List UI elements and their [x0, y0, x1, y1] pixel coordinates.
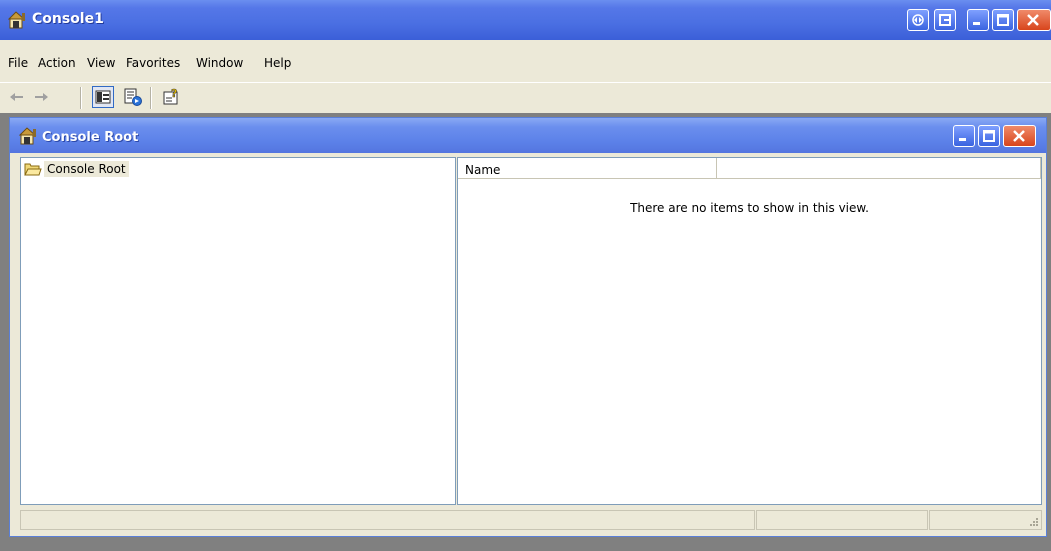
tree-item-label: Console Root: [44, 161, 129, 177]
console-root-icon: [19, 127, 37, 145]
size-grip-icon[interactable]: [1027, 515, 1039, 527]
status-pane-main: [20, 510, 755, 530]
toolbar: ?: [0, 82, 1051, 113]
child-window-title: Console Root: [42, 130, 139, 145]
column-header-blank[interactable]: [717, 158, 1041, 179]
status-pane-3: [929, 510, 1042, 530]
new-window-icon[interactable]: [934, 9, 956, 31]
console-root-window: Console Root Console Root Name There are…: [9, 117, 1047, 537]
close-button[interactable]: [1017, 9, 1051, 31]
svg-text:?: ?: [171, 87, 177, 100]
menu-help[interactable]: Help: [264, 56, 291, 70]
column-header-name[interactable]: Name: [458, 158, 717, 179]
show-hide-console-tree-icon[interactable]: [92, 86, 114, 108]
toolbar-separator: [80, 87, 82, 109]
status-bar: [20, 508, 1042, 532]
menu-file[interactable]: File: [8, 56, 28, 70]
child-minimize-button[interactable]: [953, 125, 975, 147]
status-pane-2: [756, 510, 928, 530]
console-tree-pane[interactable]: Console Root: [20, 157, 456, 505]
forward-arrow-icon[interactable]: [30, 86, 52, 108]
toolbar-separator: [150, 87, 152, 109]
window-title: Console1: [32, 11, 104, 27]
empty-view-message: There are no items to show in this view.: [630, 201, 869, 215]
menu-favorites[interactable]: Favorites: [126, 56, 180, 70]
child-title-bar[interactable]: Console Root: [10, 118, 1046, 153]
menu-bar: File Action View Favorites Window Help: [0, 40, 1051, 82]
back-arrow-icon[interactable]: [6, 86, 28, 108]
child-close-button[interactable]: [1003, 125, 1036, 147]
folder-open-icon: [24, 163, 42, 176]
menu-action[interactable]: Action: [38, 56, 76, 70]
main-title-bar[interactable]: Console1: [0, 0, 1051, 40]
help-icon[interactable]: ?: [160, 86, 182, 108]
restore-mdi-icon[interactable]: [907, 9, 929, 31]
console-app-icon: [8, 11, 26, 29]
export-list-icon[interactable]: [122, 86, 144, 108]
menu-window[interactable]: Window: [196, 56, 243, 70]
child-maximize-button[interactable]: [978, 125, 1000, 147]
minimize-button[interactable]: [967, 9, 989, 31]
menu-view[interactable]: View: [87, 56, 115, 70]
result-pane[interactable]: Name There are no items to show in this …: [457, 157, 1042, 505]
maximize-button[interactable]: [992, 9, 1014, 31]
